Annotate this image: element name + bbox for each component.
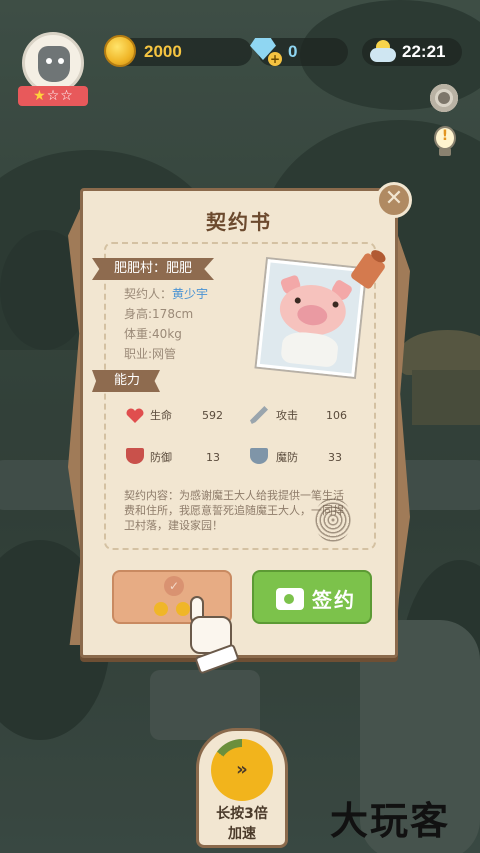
star-icon-filled: ★ bbox=[33, 88, 46, 104]
defense-shield-icon bbox=[126, 448, 144, 464]
magic-defense-value: 33 bbox=[328, 451, 342, 464]
attack-label: 攻击 bbox=[276, 409, 298, 422]
coin-icon bbox=[154, 602, 168, 616]
coin-icon bbox=[104, 35, 136, 67]
plus-icon: + bbox=[268, 52, 282, 66]
star-icon-empty: ☆ bbox=[46, 88, 60, 104]
contractor-label: 契约人： bbox=[124, 287, 173, 301]
thumbprint-icon bbox=[314, 498, 352, 542]
game-clock: 22:21 bbox=[402, 42, 446, 61]
pig-portrait bbox=[256, 259, 366, 377]
defense-label: 防御 bbox=[150, 451, 172, 464]
fast-forward-icon: » bbox=[219, 747, 265, 793]
watermark-logo: 大玩客 bbox=[330, 798, 451, 843]
speed-up-button[interactable]: » 长按3倍 加速 bbox=[196, 728, 288, 848]
sign-label: 签约 bbox=[312, 588, 356, 612]
hint-lightbulb-icon[interactable]: ! bbox=[428, 124, 464, 160]
contractor-line: 契约人：黄少宇 bbox=[124, 286, 208, 302]
attack-value: 106 bbox=[326, 409, 347, 422]
tutorial-pointer-hand-icon bbox=[176, 596, 246, 675]
player-avatar[interactable]: ★ ☆ ☆ bbox=[18, 32, 88, 106]
demon-king-avatar-icon bbox=[38, 46, 70, 82]
settings-gear-icon[interactable] bbox=[426, 80, 462, 116]
night-weather-icon bbox=[368, 38, 398, 66]
contract-title: 契约书 bbox=[206, 210, 272, 234]
ability-ribbon: 能力 bbox=[92, 370, 160, 392]
check-icon: ✓ bbox=[164, 576, 184, 596]
gem-count: 0 bbox=[288, 42, 298, 61]
weight-text: 体重:40kg bbox=[124, 327, 182, 341]
height-text: 身高:178cm bbox=[124, 307, 194, 321]
star-icon-empty: ☆ bbox=[60, 88, 73, 104]
magic-defense-label: 魔防 bbox=[276, 451, 298, 464]
hp-value: 592 bbox=[202, 409, 223, 422]
gem-add-button[interactable]: + bbox=[248, 34, 282, 66]
magic-defense-shield-icon bbox=[250, 448, 268, 464]
coin-count: 2000 bbox=[144, 42, 182, 61]
star-rating: ★ ☆ ☆ bbox=[18, 86, 88, 106]
villager-name-ribbon: 肥肥村：肥肥 bbox=[92, 258, 214, 280]
defense-value: 13 bbox=[206, 451, 220, 464]
job-text: 职业:网管 bbox=[124, 347, 177, 361]
sign-contract-button[interactable]: 签约 bbox=[252, 570, 372, 624]
hp-label: 生命 bbox=[150, 409, 172, 422]
contractor-name: 黄少宇 bbox=[172, 287, 209, 301]
speed-up-sublabel: 加速 bbox=[228, 826, 256, 842]
video-camera-icon bbox=[276, 588, 304, 610]
speed-up-label: 长按3倍 bbox=[216, 806, 268, 822]
